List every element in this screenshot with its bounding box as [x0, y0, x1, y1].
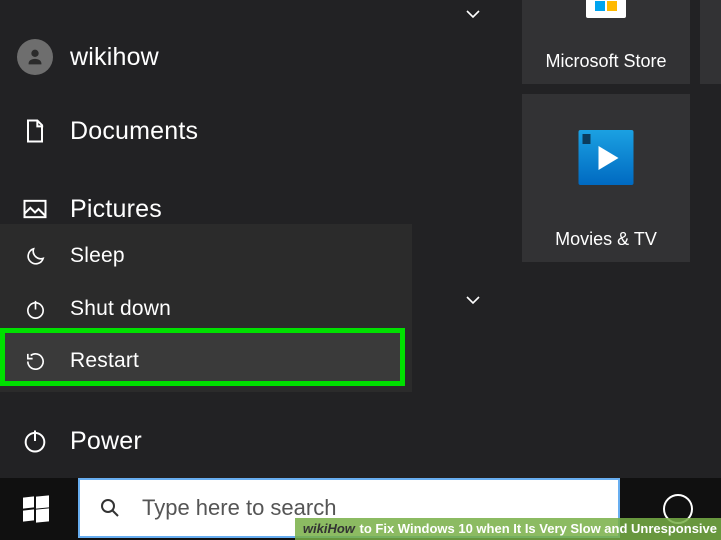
- sleep-label: Sleep: [70, 244, 125, 268]
- tile-weather-label: W: [700, 51, 721, 72]
- restart-icon: [24, 350, 47, 373]
- documents-item[interactable]: Documents: [0, 100, 412, 162]
- tile-store-label: Microsoft Store: [522, 51, 690, 72]
- power-label: Power: [70, 427, 142, 456]
- start-tiles-area: Microsoft Store W Movies & TV: [434, 0, 721, 478]
- tile-movies-label: Movies & TV: [522, 229, 690, 250]
- user-icon: [17, 39, 53, 75]
- pictures-icon: [21, 195, 49, 223]
- tile-weather[interactable]: W: [700, 0, 721, 84]
- search-icon: [80, 496, 140, 520]
- tile-movies-tv[interactable]: Movies & TV: [522, 94, 690, 262]
- power-icon: [24, 298, 47, 321]
- sleep-icon: [24, 245, 47, 268]
- user-label: wikihow: [70, 43, 159, 72]
- chevron-down-icon[interactable]: [465, 292, 481, 308]
- start-button[interactable]: [0, 478, 72, 540]
- pictures-label: Pictures: [70, 195, 162, 224]
- restart-item[interactable]: Restart: [0, 330, 412, 392]
- documents-label: Documents: [70, 117, 198, 146]
- power-icon: [21, 427, 49, 455]
- watermark-brand: wikiHow: [303, 521, 355, 536]
- document-icon: [21, 117, 49, 145]
- windows-logo-icon: [23, 496, 49, 522]
- movies-tv-icon: [579, 130, 634, 185]
- chevron-down-icon[interactable]: [465, 6, 481, 22]
- taskbar: wikiHow to Fix Windows 10 when It Is Ver…: [0, 478, 721, 540]
- power-item[interactable]: Power: [0, 410, 412, 472]
- wikihow-watermark: wikiHow to Fix Windows 10 when It Is Ver…: [295, 518, 721, 540]
- start-places-panel: wikihow Documents Pictures Sleep: [0, 0, 434, 478]
- watermark-title: to Fix Windows 10 when It Is Very Slow a…: [356, 521, 717, 536]
- tile-microsoft-store[interactable]: Microsoft Store: [522, 0, 690, 84]
- user-account-item[interactable]: wikihow: [0, 26, 412, 88]
- microsoft-store-icon: [586, 0, 626, 18]
- restart-label: Restart: [70, 349, 139, 373]
- shutdown-label: Shut down: [70, 297, 171, 321]
